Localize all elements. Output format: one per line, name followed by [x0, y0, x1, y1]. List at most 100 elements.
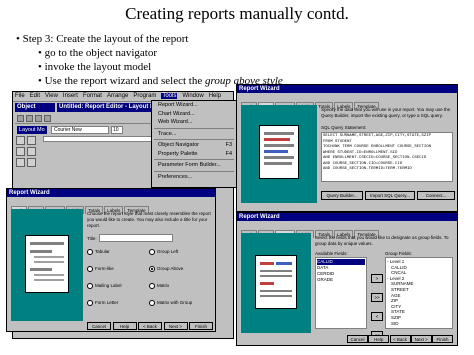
- menu-file[interactable]: File: [15, 93, 25, 99]
- tool-frame-icon[interactable]: [27, 158, 36, 167]
- tool-field-icon[interactable]: [16, 158, 25, 167]
- menu-item-trace[interactable]: Trace...: [152, 130, 236, 139]
- document-image: [255, 255, 297, 309]
- menu-tools[interactable]: Tools: [161, 93, 178, 99]
- menu-window[interactable]: Window: [182, 93, 203, 99]
- move-right-button[interactable]: >: [371, 274, 383, 283]
- style-option-form-like[interactable]: Form-like: [87, 266, 147, 283]
- wizard-style-titlebar: Report Wizard: [7, 189, 215, 197]
- finish-button[interactable]: Finish: [432, 335, 453, 343]
- style-option-matrix-with-group[interactable]: Matrix with Group: [149, 300, 213, 317]
- import-sql-button[interactable]: Import SQL Query...: [365, 191, 415, 200]
- menu-arrange[interactable]: Arrange: [107, 93, 128, 99]
- connect-button[interactable]: Connect...: [417, 191, 455, 200]
- toolbar-icon-1[interactable]: [17, 115, 24, 122]
- wizard-groups-titlebar: Report Wizard: [237, 213, 457, 221]
- sql-query-textarea[interactable]: SELECT SURNAME,STREET,AGE,ZIP,CITY,STATE…: [321, 132, 453, 182]
- menu-insert[interactable]: Insert: [63, 93, 78, 99]
- sub-bullet-1: • go to the object navigator: [38, 47, 158, 59]
- style-option-tabular[interactable]: Tabular: [87, 249, 147, 266]
- wizard-groups-tabs: StyleDataGroupsFieldsTotalsLabelsTemplat…: [237, 221, 457, 238]
- style-options-right: Group Left Group Above Matrix Matrix wit…: [149, 249, 213, 317]
- font-size-select[interactable]: 10: [111, 126, 123, 134]
- menu-view[interactable]: View: [45, 93, 58, 99]
- back-button[interactable]: < Back: [389, 335, 411, 343]
- report-title-input[interactable]: [99, 234, 173, 242]
- group-field-item[interactable]: SID: [387, 321, 451, 327]
- group-fields-list[interactable]: - Level 1 CALLID CNCAL - Level 2 SURNAME…: [385, 257, 453, 329]
- style-option-mailing-label[interactable]: Mailing Label: [87, 283, 147, 300]
- wizard-style-illustration: [11, 209, 83, 321]
- menu-item-property-palette[interactable]: Property Palette F4: [152, 150, 236, 159]
- menu-item-web-wizard[interactable]: Web Wizard...: [152, 118, 236, 127]
- available-field-item[interactable]: GRADE: [317, 277, 365, 283]
- next-button[interactable]: Next >: [163, 322, 188, 330]
- sql-line: AND COURSE_SECTION.TERMID=TERM.TERMID: [323, 167, 412, 171]
- sub-bullet-2: • invoke the layout model: [38, 61, 152, 73]
- wizard-style-window: Report Wizard StyleDataGroupsFieldsTotal…: [6, 188, 216, 332]
- font-select[interactable]: Courier New: [51, 126, 109, 134]
- toolbar-icon-3[interactable]: [35, 115, 42, 122]
- query-builder-button[interactable]: Query Builder...: [321, 191, 363, 200]
- menu-help[interactable]: Help: [209, 93, 221, 99]
- menu-format[interactable]: Format: [83, 93, 102, 99]
- radio-icon: [87, 266, 93, 272]
- wizard-style-buttons: Cancel Help < Back Next > Finish: [87, 322, 213, 330]
- toolbar-icon-4[interactable]: [44, 115, 51, 122]
- bullet-list: • Step 3: Create the layout of the repor…: [16, 32, 283, 88]
- help-button[interactable]: Help: [112, 322, 137, 330]
- document-image: [25, 235, 69, 293]
- tool-line-icon[interactable]: [27, 147, 36, 156]
- radio-icon: [149, 283, 155, 289]
- slide-title: Creating reports manually contd.: [125, 4, 349, 23]
- tools-menu: Report Wizard... Chart Wizard... Web Wiz…: [151, 100, 237, 188]
- wizard-groups-buttons: Cancel Help < Back Next > Finish: [347, 335, 453, 343]
- style-option-group-left[interactable]: Group Left: [149, 249, 213, 266]
- object-nav-titlebar: Object: [15, 103, 55, 112]
- layout-label[interactable]: Layout Mo: [17, 126, 47, 134]
- move-buttons: > >> < <<: [371, 267, 383, 342]
- menu-separator: [154, 159, 234, 160]
- menu-item-preferences[interactable]: Preferences...: [152, 173, 236, 182]
- style-option-form-letter[interactable]: Form Letter: [87, 300, 147, 317]
- style-option-matrix[interactable]: Matrix: [149, 283, 213, 300]
- tool-text-icon[interactable]: [27, 136, 36, 145]
- move-all-right-button[interactable]: >>: [371, 293, 383, 302]
- menu-separator: [154, 127, 234, 129]
- radio-icon: [149, 300, 155, 306]
- menu-item-chart-wizard[interactable]: Chart Wizard...: [152, 110, 236, 119]
- menu-item-object-navigator[interactable]: Object Navigator F3: [152, 141, 236, 150]
- tool-select-icon[interactable]: [16, 136, 25, 145]
- tool-palette: [15, 136, 39, 186]
- available-fields-list[interactable]: CALLID DATA CERDID GRADE: [315, 257, 367, 329]
- wizard-data-tabs: StyleDataGroupsFieldsTotalsLabelsTemplat…: [237, 93, 457, 110]
- radio-selected-icon: [149, 266, 155, 272]
- radio-icon: [87, 249, 93, 255]
- finish-button[interactable]: Finish: [189, 322, 213, 330]
- style-options-left: Tabular Form-like Mailing Label Form Let…: [87, 249, 147, 317]
- menu-edit[interactable]: Edit: [30, 93, 40, 99]
- back-button[interactable]: < Back: [138, 322, 162, 330]
- toolbar-icon-2[interactable]: [26, 115, 33, 122]
- cancel-button[interactable]: Cancel: [347, 335, 368, 343]
- help-button[interactable]: Help: [368, 335, 390, 343]
- radio-icon: [149, 249, 155, 255]
- menu-item-parameter-form-builder[interactable]: Parameter Form Builder...: [152, 161, 236, 170]
- menu-separator: [154, 170, 234, 172]
- menu-separator: [154, 139, 234, 140]
- tool-rect-icon[interactable]: [16, 147, 25, 156]
- next-button[interactable]: Next >: [410, 335, 432, 343]
- radio-icon: [87, 300, 93, 306]
- wizard-groups-instruction: Select the fields that you would like to…: [315, 235, 449, 246]
- title-label: Title:: [87, 236, 97, 241]
- cancel-button[interactable]: Cancel: [87, 322, 111, 330]
- style-option-group-above[interactable]: Group Above: [149, 266, 213, 283]
- ruler: [43, 136, 159, 142]
- radio-icon: [87, 283, 93, 289]
- wizard-style-tabs: StyleDataGroupsFieldsTotalsLabelsTemplat…: [7, 197, 215, 214]
- menu-item-report-wizard[interactable]: Report Wizard...: [152, 101, 236, 110]
- move-left-button[interactable]: <: [371, 312, 383, 321]
- wizard-data-instruction: Specify the data that you will use in yo…: [321, 107, 451, 118]
- wizard-data-buttons: Query Builder... Import SQL Query... Con…: [321, 191, 455, 200]
- menu-program[interactable]: Program: [133, 93, 156, 99]
